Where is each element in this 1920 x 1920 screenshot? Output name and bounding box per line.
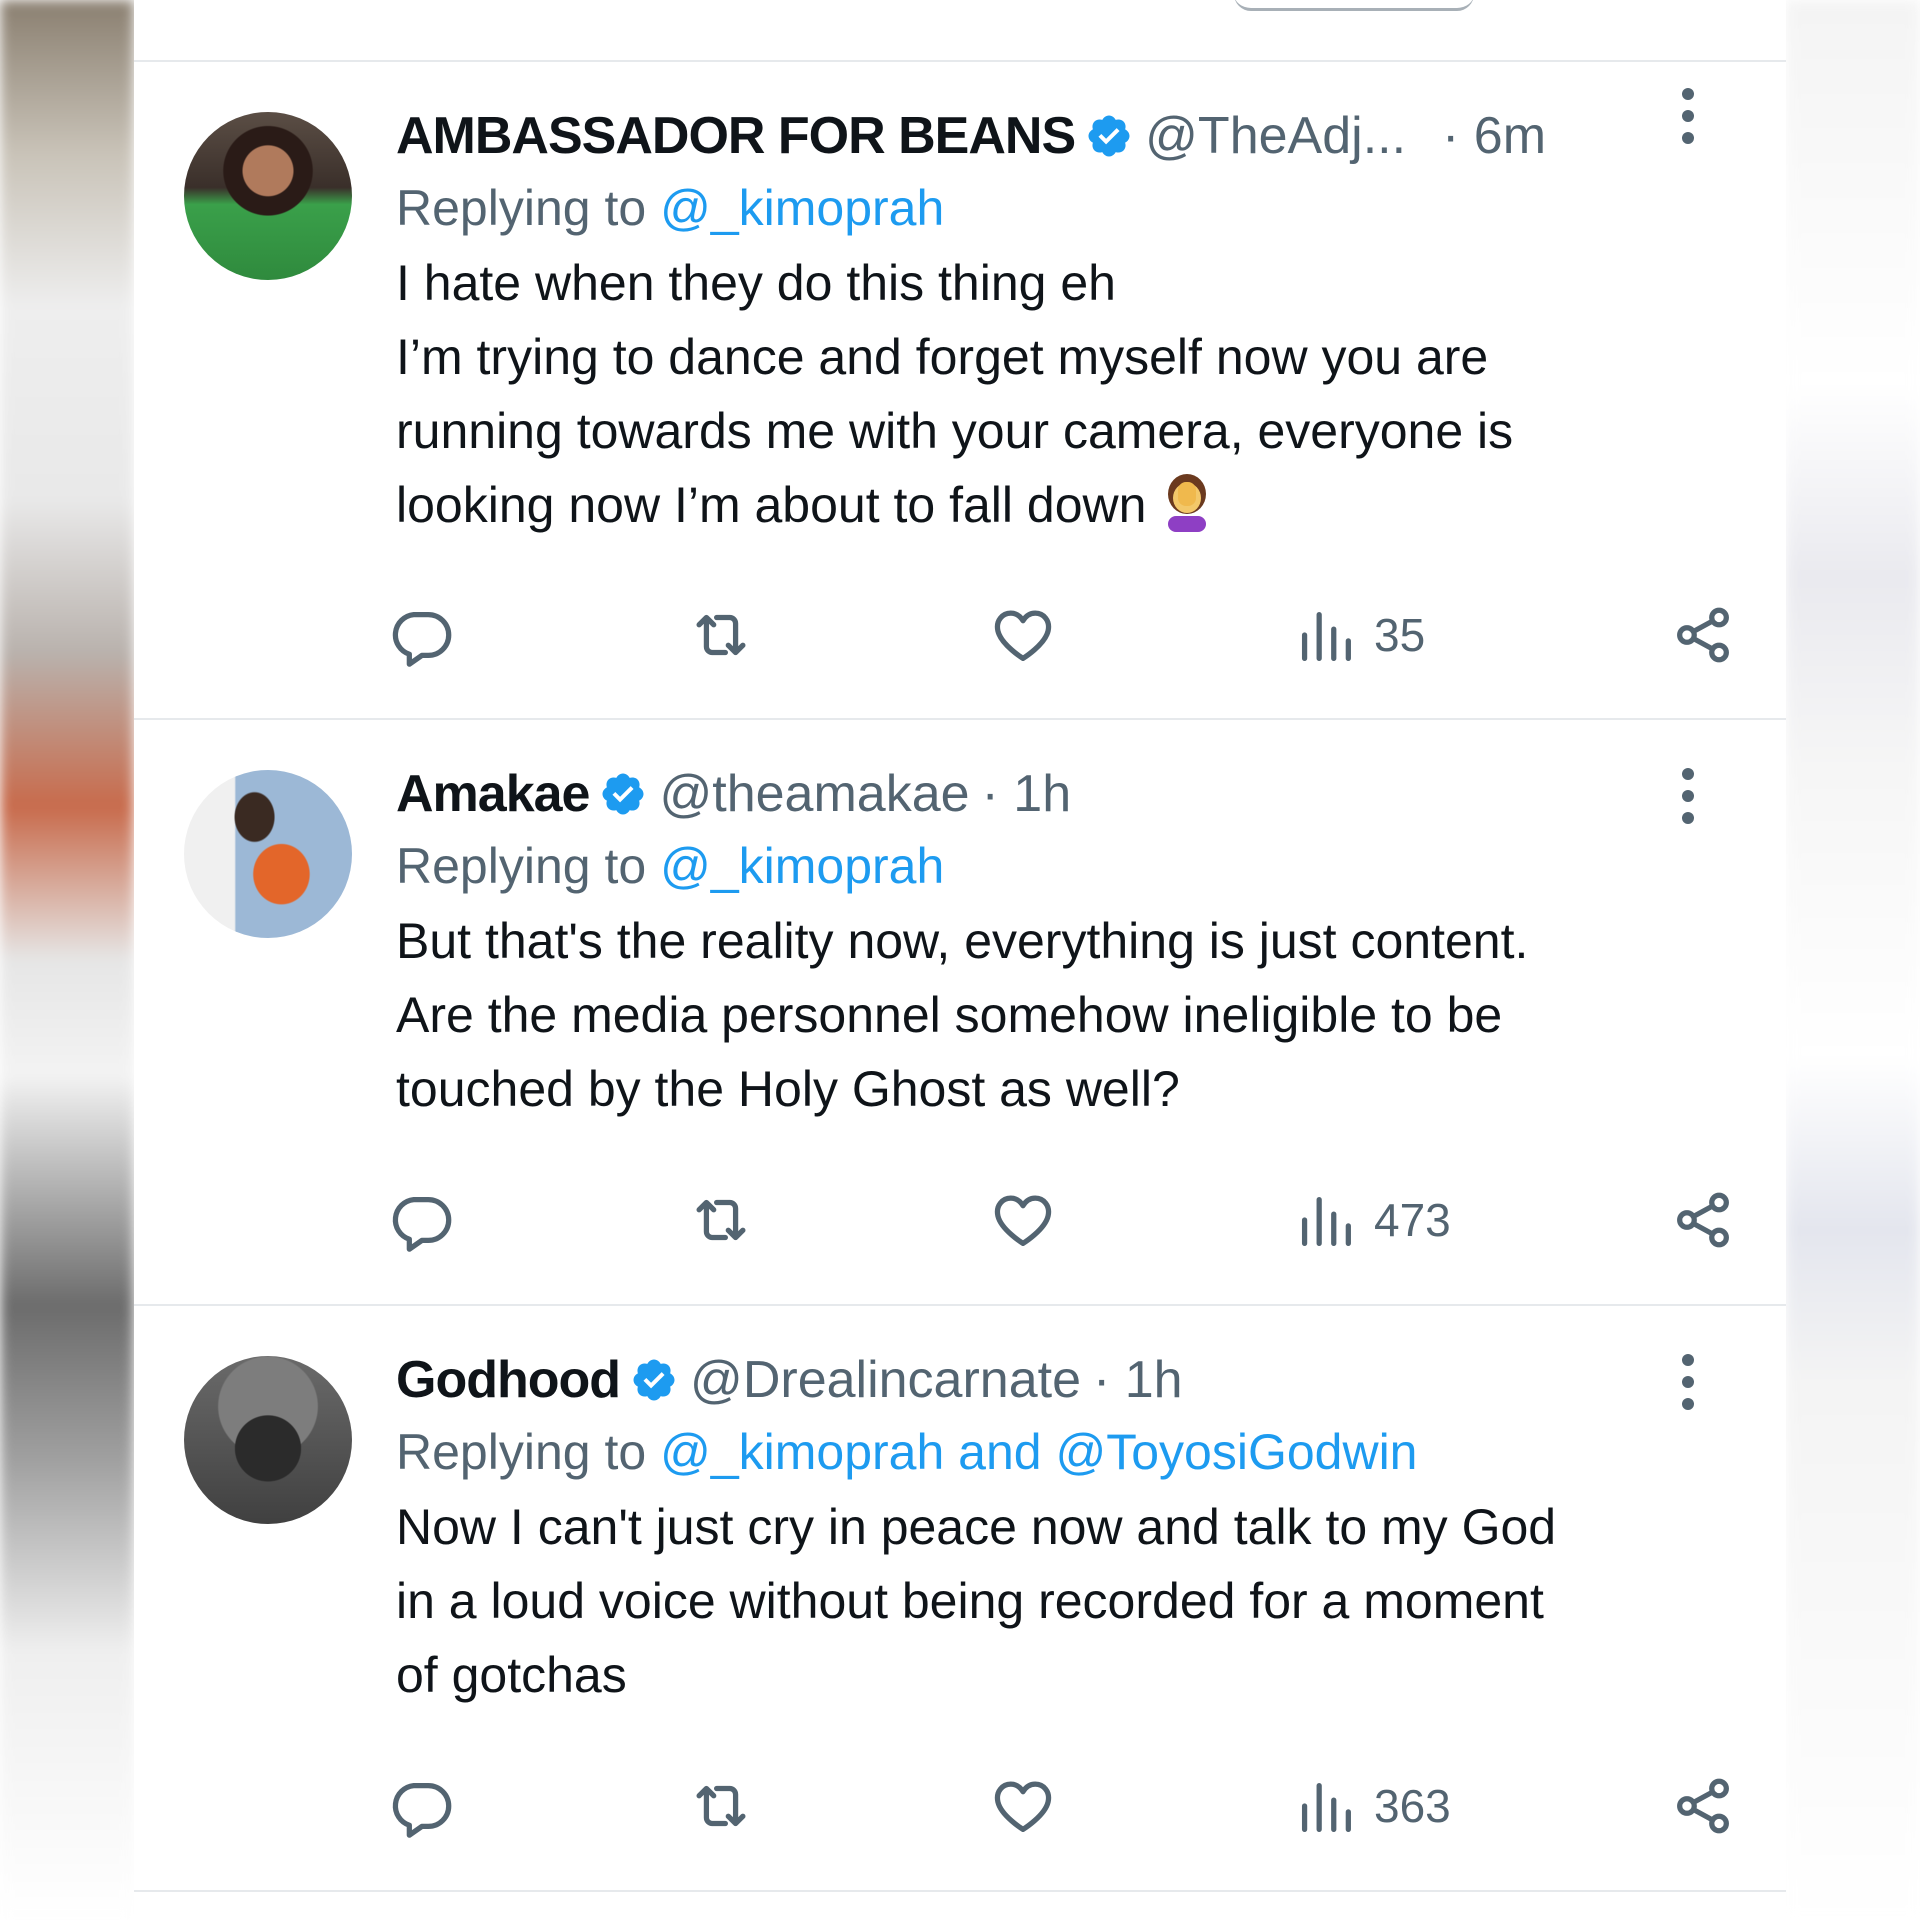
timestamp[interactable]: · 1h bbox=[982, 764, 1072, 824]
more-options-icon[interactable] bbox=[1682, 88, 1694, 144]
reply-post[interactable]: AMBASSADOR FOR BEANS @TheAdj... · 6m Rep… bbox=[134, 60, 1786, 720]
share-button[interactable] bbox=[1668, 1180, 1738, 1260]
like-icon bbox=[994, 1195, 1052, 1246]
reply-button[interactable] bbox=[386, 595, 456, 675]
views-button[interactable]: 473 bbox=[1290, 1180, 1451, 1260]
verified-badge-icon bbox=[633, 1359, 675, 1401]
post-text: I hate when they do this thing eh I’m tr… bbox=[396, 246, 1736, 542]
views-icon bbox=[1301, 1782, 1351, 1832]
like-icon bbox=[994, 610, 1052, 661]
view-count: 363 bbox=[1374, 1780, 1451, 1832]
view-count: 35 bbox=[1374, 609, 1426, 661]
post-text-line: Are the media personnel somehow ineligib… bbox=[396, 987, 1503, 1043]
divider bbox=[134, 1890, 1786, 1892]
views-icon bbox=[1301, 611, 1351, 661]
verified-badge-icon bbox=[1088, 115, 1130, 157]
more-options-icon[interactable] bbox=[1682, 1354, 1694, 1410]
post-text-line: But that's the reality now, everything i… bbox=[396, 913, 1529, 969]
timestamp[interactable]: · 6m bbox=[1442, 106, 1546, 166]
avatar[interactable] bbox=[184, 770, 352, 938]
repost-button[interactable] bbox=[686, 595, 756, 675]
mention-link[interactable]: @_kimoprah and @ToyosiGodwin bbox=[660, 1424, 1417, 1480]
view-count: 473 bbox=[1374, 1194, 1451, 1246]
face-palm-emoji bbox=[1168, 474, 1207, 532]
post-text-line: looking now I’m about to fall down bbox=[396, 477, 1147, 533]
reply-button[interactable] bbox=[386, 1180, 456, 1260]
views-button[interactable]: 35 bbox=[1290, 595, 1425, 675]
reply-icon bbox=[392, 1196, 452, 1252]
views-icon bbox=[1301, 1196, 1351, 1246]
replying-to: Replying to @_kimoprah bbox=[396, 830, 1736, 902]
post-text-line: in a loud voice without being recorded f… bbox=[396, 1573, 1544, 1629]
timestamp[interactable]: · 1h bbox=[1093, 1350, 1183, 1410]
replying-to-label: Replying to bbox=[396, 1424, 647, 1480]
reply-post[interactable]: Godhood @Drealincarnate · 1h Replying to… bbox=[134, 1306, 1786, 1890]
replying-to-label: Replying to bbox=[396, 180, 647, 236]
reply-icon bbox=[392, 611, 452, 667]
avatar[interactable] bbox=[184, 112, 352, 280]
replying-to-label: Replying to bbox=[396, 838, 647, 894]
like-button[interactable] bbox=[988, 595, 1058, 675]
share-icon bbox=[1677, 607, 1729, 663]
post-text-line: I’m trying to dance and forget myself no… bbox=[396, 329, 1489, 385]
reply-icon bbox=[392, 1782, 452, 1838]
mention-link[interactable]: @_kimoprah bbox=[660, 838, 944, 894]
reply-thread: AMBASSADOR FOR BEANS @TheAdj... · 6m Rep… bbox=[134, 0, 1786, 1920]
share-icon bbox=[1677, 1778, 1729, 1834]
reply-post[interactable]: Amakae @theamakae · 1h Replying to @_kim… bbox=[134, 720, 1786, 1304]
share-button[interactable] bbox=[1668, 1766, 1738, 1846]
display-name[interactable]: Godhood bbox=[396, 1350, 621, 1410]
like-button[interactable] bbox=[988, 1766, 1058, 1846]
repost-icon bbox=[696, 1785, 746, 1827]
verified-badge-icon bbox=[602, 773, 644, 815]
like-icon bbox=[994, 1781, 1052, 1832]
mention-link[interactable]: @_kimoprah bbox=[660, 180, 944, 236]
repost-button[interactable] bbox=[686, 1766, 756, 1846]
more-options-icon[interactable] bbox=[1682, 768, 1694, 824]
post-text-line: Now I can't just cry in peace now and ta… bbox=[396, 1499, 1557, 1555]
post-text-line: I hate when they do this thing eh bbox=[396, 255, 1116, 311]
views-button[interactable]: 363 bbox=[1290, 1766, 1451, 1846]
avatar[interactable] bbox=[184, 1356, 352, 1524]
previous-post-fragment bbox=[1234, 0, 1474, 11]
repost-icon bbox=[696, 614, 746, 656]
post-text: Now I can't just cry in peace now and ta… bbox=[396, 1490, 1736, 1712]
repost-button[interactable] bbox=[686, 1180, 756, 1260]
post-text-line: touched by the Holy Ghost as well? bbox=[396, 1061, 1180, 1117]
share-button[interactable] bbox=[1668, 595, 1738, 675]
background-blur-left bbox=[0, 0, 134, 1920]
post-text: But that's the reality now, everything i… bbox=[396, 904, 1736, 1126]
user-handle[interactable]: @Drealincarnate bbox=[690, 1350, 1081, 1410]
display-name[interactable]: AMBASSADOR FOR BEANS bbox=[396, 106, 1076, 166]
reply-button[interactable] bbox=[386, 1766, 456, 1846]
post-text-line: running towards me with your camera, eve… bbox=[396, 403, 1514, 459]
user-handle[interactable]: @TheAdj... bbox=[1145, 106, 1406, 166]
display-name[interactable]: Amakae bbox=[396, 764, 590, 824]
replying-to: Replying to @_kimoprah bbox=[396, 172, 1736, 244]
user-handle[interactable]: @theamakae bbox=[659, 764, 969, 824]
like-button[interactable] bbox=[988, 1180, 1058, 1260]
background-blur-right bbox=[1786, 0, 1920, 1920]
replying-to: Replying to @_kimoprah and @ToyosiGodwin bbox=[396, 1416, 1736, 1488]
post-text-line: of gotchas bbox=[396, 1647, 627, 1703]
share-icon bbox=[1677, 1192, 1729, 1248]
repost-icon bbox=[696, 1199, 746, 1241]
